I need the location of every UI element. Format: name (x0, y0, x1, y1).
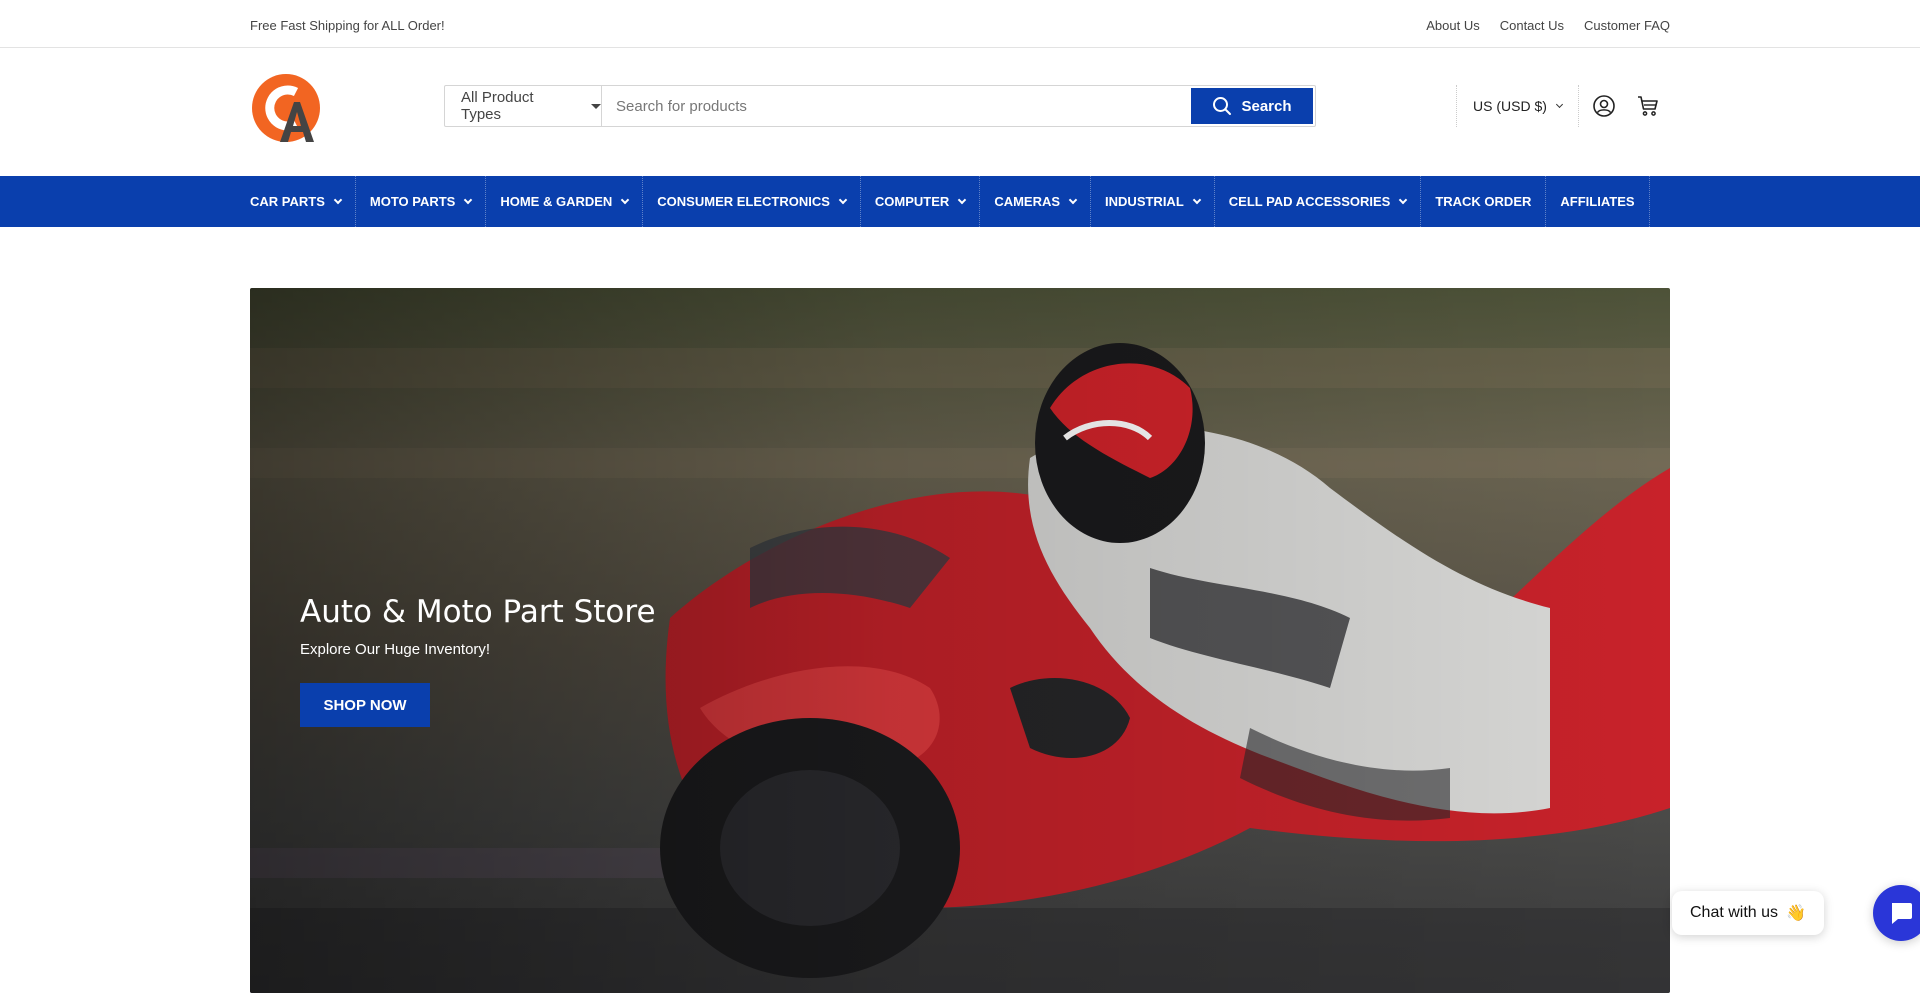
nav-label: AFFILIATES (1560, 194, 1635, 209)
nav-item-computer[interactable]: COMPUTER (861, 176, 981, 227)
search-button-label: Search (1241, 97, 1292, 115)
nav-label: INDUSTRIAL (1105, 194, 1184, 209)
waving-hand-icon: 👋 (1786, 905, 1806, 922)
nav-label: MOTO PARTS (369, 194, 456, 209)
chat-with-us-pill[interactable]: Chat with us 👋 (1672, 891, 1824, 935)
nav-item-home-garden[interactable]: HOME & GARDEN (486, 176, 644, 227)
nav-item-moto-parts[interactable]: MOTO PARTS (356, 176, 487, 227)
chat-label: Chat with us (1690, 904, 1779, 921)
chevron-down-icon (464, 195, 473, 204)
caret-down-icon (591, 103, 601, 109)
currency-label: US (USD $) (1473, 98, 1547, 114)
top-links: About Us Contact Us Customer FAQ (1426, 18, 1670, 33)
chevron-down-icon (333, 195, 343, 204)
hero-subtitle: Explore Our Huge Inventory! (300, 641, 491, 658)
chevron-down-icon (621, 195, 630, 204)
chevron-down-icon (958, 195, 967, 204)
top-bar: Free Fast Shipping for ALL Order! About … (0, 0, 1920, 48)
nav-item-track-order[interactable]: TRACK ORDER (1421, 176, 1547, 227)
nav-label: CELL PAD ACCESSORIES (1228, 194, 1391, 209)
store-logo[interactable] (250, 72, 322, 144)
nav-label: CONSUMER ELECTRONICS (657, 194, 830, 209)
chevron-down-icon (838, 195, 848, 204)
chevron-down-icon (1555, 100, 1563, 108)
nav-item-industrial[interactable]: INDUSTRIAL (1091, 176, 1215, 227)
chevron-down-icon (1192, 195, 1202, 204)
shop-now-button[interactable]: SHOP NOW (300, 683, 430, 727)
search-button[interactable]: Search (1191, 88, 1313, 124)
hero-banner: Auto & Moto Part Store Explore Our Huge … (250, 288, 1670, 993)
nav-item-car-parts[interactable]: CAR PARTS (250, 176, 356, 227)
chevron-down-icon (1399, 195, 1408, 204)
search-bar: All Product Types Search (444, 85, 1316, 127)
nav-label: COMPUTER (874, 194, 950, 209)
chat-launcher-button[interactable] (1873, 885, 1920, 941)
account-icon[interactable] (1592, 94, 1616, 118)
nav-label: CAR PARTS (250, 194, 325, 209)
nav-label: CAMERAS (994, 194, 1061, 209)
contact-us-link[interactable]: Contact Us (1500, 18, 1564, 33)
about-us-link[interactable]: About Us (1426, 18, 1479, 33)
chevron-down-icon (1068, 195, 1078, 204)
product-type-select[interactable]: All Product Types (445, 86, 602, 126)
product-type-label: All Product Types (461, 89, 534, 123)
customer-faq-link[interactable]: Customer FAQ (1584, 18, 1670, 33)
currency-selector[interactable]: US (USD $) (1456, 85, 1579, 127)
main-nav: CAR PARTS MOTO PARTS HOME & GARDEN CONSU… (0, 176, 1920, 227)
search-input[interactable] (602, 86, 1191, 126)
nav-label: HOME & GARDEN (500, 194, 613, 209)
chat-bubble-icon (1892, 903, 1912, 924)
nav-item-consumer-electronics[interactable]: CONSUMER ELECTRONICS (643, 176, 861, 227)
nav-item-cameras[interactable]: CAMERAS (980, 176, 1092, 227)
shipping-promo: Free Fast Shipping for ALL Order! (250, 18, 445, 33)
nav-item-cell-pad-accessories[interactable]: CELL PAD ACCESSORIES (1215, 176, 1422, 227)
cart-icon[interactable] (1636, 94, 1660, 118)
nav-item-affiliates[interactable]: AFFILIATES (1546, 176, 1650, 227)
hero-title: Auto & Moto Part Store (300, 594, 656, 630)
search-icon (1213, 97, 1232, 115)
nav-label: TRACK ORDER (1435, 194, 1532, 209)
